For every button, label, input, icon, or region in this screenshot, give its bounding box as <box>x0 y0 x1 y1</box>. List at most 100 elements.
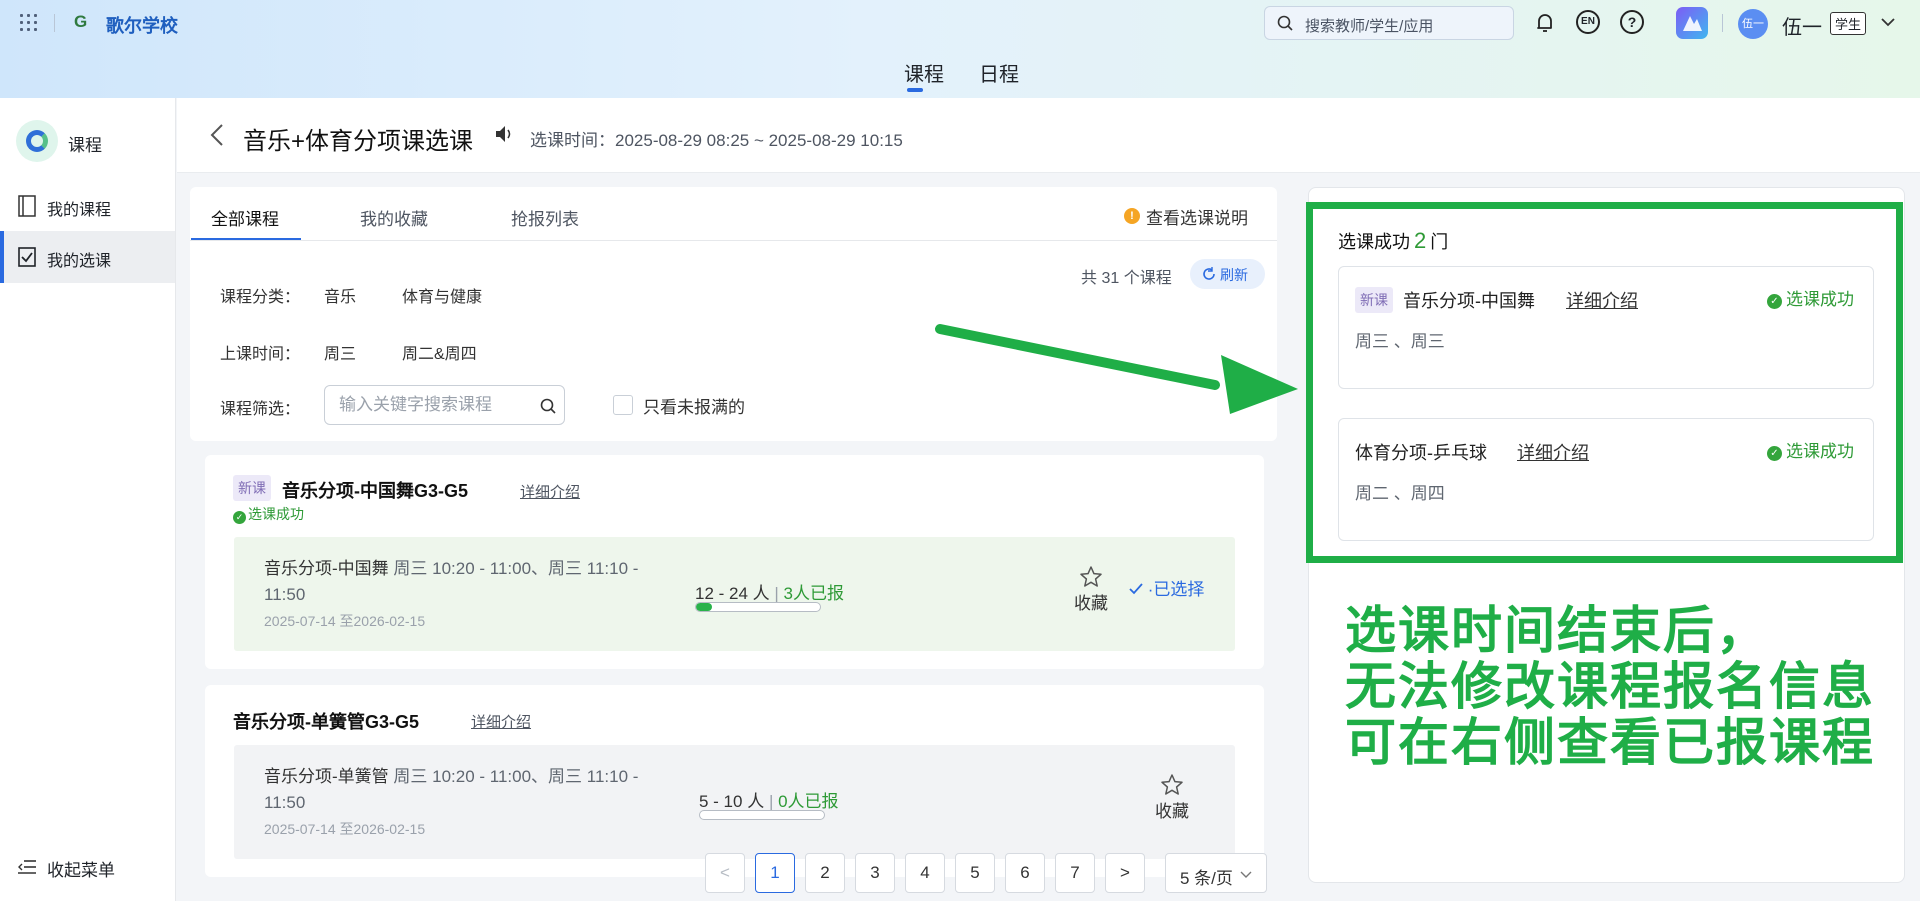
course-card: 新课 音乐分项-中国舞G3-G5 详细介绍 ✓ 选课成功 音乐分项-中国舞 周三 … <box>205 455 1264 669</box>
tab-rush-list[interactable]: 抢报列表 <box>511 205 579 230</box>
help-icon[interactable]: ? <box>1620 10 1644 34</box>
selection-time: 选课时间：2025-08-29 08:25 ~ 2025-08-29 10:15 <box>530 131 903 150</box>
prev-page-button[interactable]: < <box>705 853 745 893</box>
page-button-1[interactable]: 1 <box>755 853 795 893</box>
annotation-line-3: 可在右侧查看已报课程 <box>1345 714 1876 773</box>
capacity-range: 12 - 24 人 <box>695 584 770 603</box>
course-detail-link[interactable]: 详细介绍 <box>471 711 531 732</box>
favorite-button[interactable]: 收藏 <box>1152 773 1192 822</box>
check-icon <box>1129 583 1143 595</box>
sidebar-item-my-courses[interactable]: 我的课程 <box>0 180 175 232</box>
top-header: G 歌尔学校 搜索教师/学生/应用 EN ? 伍一 伍一 学生 课程 日程 <box>0 0 1920 98</box>
favorite-button[interactable]: 收藏 <box>1071 565 1111 614</box>
course-title: 音乐分项-单簧管G3-G5 <box>233 712 420 732</box>
nav-tab-courses[interactable]: 课程 <box>904 58 944 87</box>
keyword-filter-label: 课程筛选： <box>220 401 301 418</box>
sidebar-item-my-selection[interactable]: 我的选课 <box>0 231 175 283</box>
course-detail-link[interactable]: 详细介绍 <box>520 481 580 502</box>
page-button-5[interactable]: 5 <box>955 853 995 893</box>
refresh-icon <box>1203 267 1215 280</box>
sidebar: 课程 我的课程 我的选课 收起菜单 <box>0 98 176 901</box>
annotation-arrow <box>935 324 1298 414</box>
sidebar-item-label: 我的选课 <box>47 253 112 270</box>
page-button-3[interactable]: 3 <box>855 853 895 893</box>
only-unfull-checkbox[interactable] <box>613 395 633 415</box>
enrolled-count: 3人已报 <box>783 584 845 603</box>
app-grid-icon[interactable] <box>20 14 38 32</box>
time-filter-label: 上课时间： <box>220 346 301 363</box>
refresh-button[interactable]: 刷新 <box>1190 259 1265 289</box>
bell-icon[interactable] <box>1532 10 1558 36</box>
back-arrow-icon[interactable] <box>209 123 225 147</box>
collapse-menu-icon <box>18 860 36 874</box>
app-launcher-icon[interactable] <box>1676 7 1708 39</box>
search-icon <box>1277 15 1293 31</box>
course-card: 音乐分项-单簧管G3-G5 详细介绍 音乐分项-单簧管 周三 10:20 - 1… <box>205 685 1264 877</box>
only-unfull-label[interactable]: 只看未报满的 <box>643 393 745 418</box>
page-button-2[interactable]: 2 <box>805 853 845 893</box>
favorite-label: 收藏 <box>1074 594 1108 613</box>
collapse-menu-button[interactable]: 收起菜单 <box>18 853 168 883</box>
enrollment-progress-bar <box>699 810 825 820</box>
page-button-7[interactable]: 7 <box>1055 853 1095 893</box>
page-size-value: 5 条/页 <box>1180 869 1233 888</box>
enrollment-progress-fill <box>696 603 712 611</box>
section-name: 音乐分项-单簧管 <box>264 767 389 786</box>
search-icon[interactable] <box>540 398 556 414</box>
collapse-menu-label: 收起菜单 <box>47 861 115 880</box>
capacity-separator: | <box>768 792 774 811</box>
school-name[interactable]: 歌尔学校 <box>106 12 178 38</box>
category-filter-label: 课程分类： <box>220 289 301 306</box>
total-count: 共 31 个课程 <box>1081 270 1172 287</box>
check-circle-icon: ✓ <box>233 511 246 524</box>
page-button-6[interactable]: 6 <box>1005 853 1045 893</box>
course-status: ✓ 选课成功 <box>233 504 304 524</box>
category-option-pe[interactable]: 体育与健康 <box>402 283 482 307</box>
page-size-select[interactable]: 5 条/页 <box>1165 853 1267 893</box>
enrolled-count: 0人已报 <box>778 792 839 811</box>
tab-my-favorites[interactable]: 我的收藏 <box>360 205 428 230</box>
chevron-down-icon[interactable] <box>1880 14 1896 30</box>
chosen-status[interactable]: ·已选择 <box>1129 575 1204 600</box>
role-badge: 学生 <box>1830 12 1867 35</box>
category-option-music[interactable]: 音乐 <box>324 283 356 307</box>
page-button-4[interactable]: 4 <box>905 853 945 893</box>
book-icon <box>18 195 36 217</box>
refresh-label: 刷新 <box>1220 267 1248 283</box>
section-dates: 2025-07-14 至2026-02-15 <box>264 613 426 629</box>
section-capacity: 12 - 24 人 | 3人已报 <box>695 579 844 604</box>
section-capacity: 5 - 10 人 | 0人已报 <box>699 787 839 812</box>
checklist-icon <box>18 247 36 267</box>
section-name-schedule: 音乐分项-中国舞 周三 10:20 - 11:00、周三 11:10 - 11:… <box>264 556 664 608</box>
page-title: 音乐+体育分项课选课 <box>243 128 474 155</box>
sidebar-item-label: 我的课程 <box>47 202 112 219</box>
page-header: 音乐+体育分项课选课 选课时间：2025-08-29 08:25 ~ 2025-… <box>177 98 1920 173</box>
avatar[interactable]: 伍一 <box>1738 9 1768 39</box>
keyword-search-input[interactable] <box>339 394 529 416</box>
user-name[interactable]: 伍一 <box>1782 11 1822 40</box>
section-dates: 2025-07-14 至2026-02-15 <box>264 821 426 837</box>
nav-tab-schedule[interactable]: 日程 <box>979 58 1019 87</box>
section-name: 音乐分项-中国舞 <box>264 559 389 578</box>
capacity-separator: | <box>774 584 779 603</box>
annotation-highlight-frame <box>1306 202 1903 563</box>
next-page-button[interactable]: > <box>1105 853 1145 893</box>
annotation-line-1: 选课时间结束后， <box>1345 602 1770 661</box>
nav-active-indicator <box>907 88 923 92</box>
divider <box>54 14 55 32</box>
language-icon[interactable]: EN <box>1576 10 1600 34</box>
chevron-down-icon <box>1240 871 1252 878</box>
star-icon <box>1080 566 1102 587</box>
tab-all-courses[interactable]: 全部课程 <box>211 205 279 230</box>
divider <box>1722 14 1723 32</box>
star-icon <box>1161 774 1183 795</box>
new-course-tag: 新课 <box>233 475 271 501</box>
speaker-icon[interactable] <box>495 124 513 144</box>
time-option-tue-thu[interactable]: 周二&周四 <box>402 340 477 364</box>
global-search-input[interactable]: 搜索教师/学生/应用 <box>1264 6 1514 40</box>
favorite-label: 收藏 <box>1155 802 1189 821</box>
keyword-search-field[interactable] <box>324 385 565 425</box>
enrollment-progress-bar <box>695 602 821 612</box>
school-logo: G <box>74 12 88 31</box>
time-option-wed[interactable]: 周三 <box>324 340 356 364</box>
